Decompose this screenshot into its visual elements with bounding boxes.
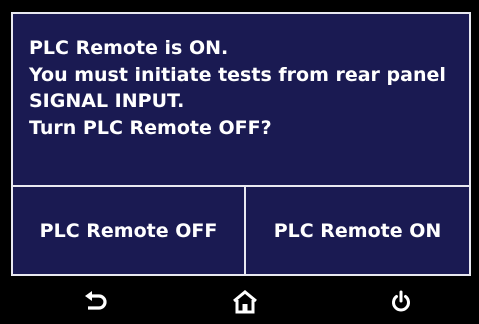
power-icon [392, 290, 410, 312]
message-line-question: Turn PLC Remote OFF? [29, 116, 272, 139]
plc-remote-off-label: PLC Remote OFF [39, 219, 218, 242]
screen: PLC Remote is ON. You must initiate test… [0, 0, 479, 324]
dialog-button-row: PLC Remote OFF PLC Remote ON [13, 187, 469, 274]
message-line-signal-input: SIGNAL INPUT. [29, 90, 185, 112]
power-button[interactable] [381, 286, 421, 318]
dialog-message: PLC Remote is ON. You must initiate test… [13, 14, 469, 187]
top-strip [0, 0, 479, 8]
back-button[interactable] [76, 286, 116, 318]
home-icon [233, 290, 257, 314]
plc-remote-off-button[interactable]: PLC Remote OFF [13, 187, 246, 274]
plc-remote-on-button[interactable]: PLC Remote ON [246, 187, 469, 274]
home-button[interactable] [225, 286, 265, 318]
plc-remote-dialog: PLC Remote is ON. You must initiate test… [11, 12, 471, 276]
message-line-instruction: You must initiate tests from rear panel [29, 63, 446, 86]
message-line-status: PLC Remote is ON. [29, 37, 229, 59]
bottom-nav-bar [0, 280, 479, 324]
plc-remote-on-label: PLC Remote ON [273, 219, 442, 242]
back-arrow-icon [85, 291, 107, 310]
